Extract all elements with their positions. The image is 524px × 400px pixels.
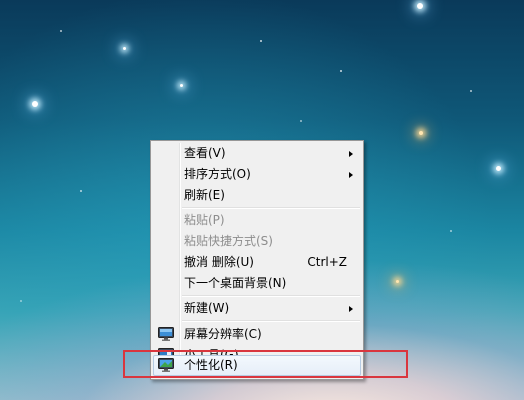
submenu-arrow-icon [349,151,353,157]
star-decoration [496,166,501,171]
menu-item-label: 粘贴快捷方式(S) [184,234,273,248]
menu-separator [182,295,360,297]
star-decoration [80,190,82,192]
menu-item-label: 排序方式(O) [184,167,251,181]
menu-item-undo-delete[interactable]: 撤消 删除(U) Ctrl+Z [153,252,361,273]
highlight-annotation-box [123,350,408,378]
star-decoration [260,40,262,42]
star-decoration [417,3,423,9]
star-decoration [300,120,302,122]
menu-separator [182,320,360,322]
menu-item-paste-shortcut[interactable]: 粘贴快捷方式(S) [153,231,361,252]
star-decoration [470,90,472,92]
menu-item-label: 粘贴(P) [184,213,225,227]
star-decoration [396,280,399,283]
star-decoration [20,300,22,302]
menu-item-paste[interactable]: 粘贴(P) [153,210,361,231]
submenu-arrow-icon [349,172,353,178]
star-decoration [32,101,38,107]
menu-item-shortcut: Ctrl+Z [307,255,347,269]
star-decoration [340,70,342,72]
submenu-arrow-icon [349,306,353,312]
menu-item-label: 新建(W) [184,301,230,315]
display-resolution-icon [158,327,174,341]
menu-separator [182,207,360,209]
menu-item-label: 撤消 删除(U) [184,255,254,269]
menu-item-label: 下一个桌面背景(N) [184,276,287,290]
menu-item-label: 查看(V) [184,146,226,160]
menu-item-label: 屏幕分辨率(C) [184,327,262,341]
star-decoration [123,47,126,50]
menu-item-new[interactable]: 新建(W) [153,298,361,319]
star-decoration [60,30,62,32]
star-decoration [180,84,183,87]
star-decoration [419,131,423,135]
menu-item-refresh[interactable]: 刷新(E) [153,185,361,206]
menu-item-screen-resolution[interactable]: 屏幕分辨率(C) [153,324,361,345]
desktop-context-menu: 查看(V) 排序方式(O) 刷新(E) 粘贴(P) 粘贴快捷方式(S) 撤消 删… [150,140,364,380]
menu-item-sort-by[interactable]: 排序方式(O) [153,164,361,185]
menu-item-next-desktop-background[interactable]: 下一个桌面背景(N) [153,273,361,294]
menu-item-view[interactable]: 查看(V) [153,143,361,164]
menu-item-label: 刷新(E) [184,188,225,202]
star-decoration [450,230,452,232]
